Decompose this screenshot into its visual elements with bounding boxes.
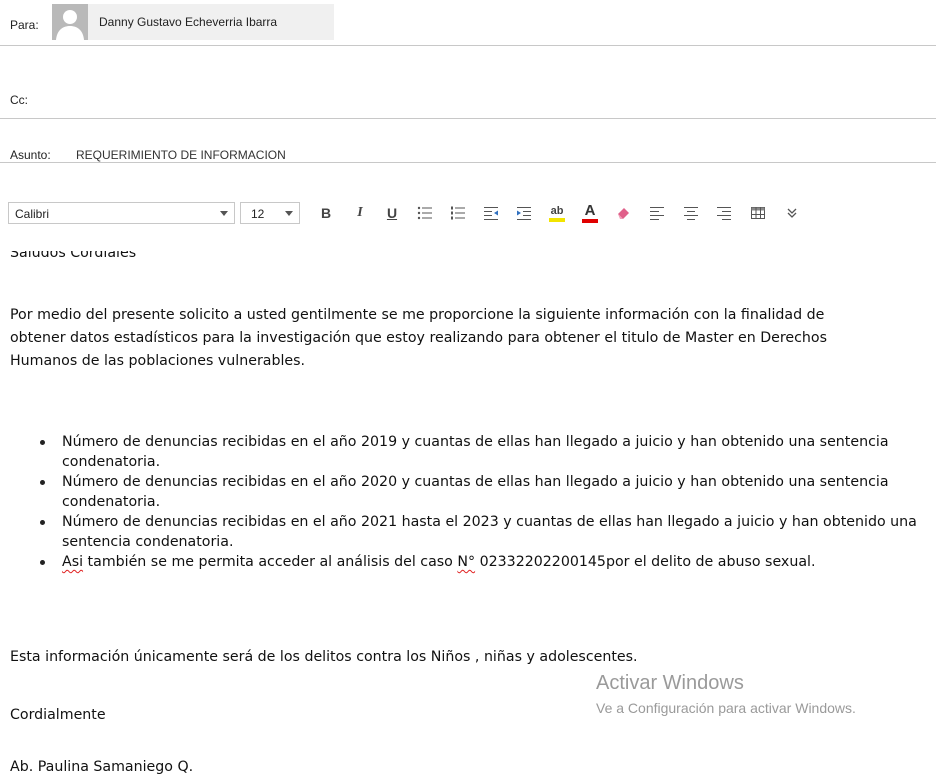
activate-windows-watermark: Activar Windows Ve a Configuración para …	[596, 672, 856, 716]
highlight-icon: ab	[550, 204, 564, 217]
font-family-select[interactable]: Calibri	[8, 202, 235, 224]
list-item: Número de denuncias recibidas en el año …	[38, 512, 918, 552]
align-right-icon	[717, 207, 731, 220]
list-item: Número de denuncias recibidas en el año …	[38, 432, 918, 472]
misspelled-word: N°	[457, 554, 476, 570]
font-color-bar	[582, 219, 598, 223]
signature-line: Ab. Paulina Samaniego Q.	[10, 759, 194, 775]
font-size-select[interactable]: 12	[240, 202, 300, 224]
font-family-value: Calibri	[15, 207, 50, 221]
align-center-icon	[684, 207, 698, 220]
person-icon	[56, 10, 84, 40]
misspelled-word: Asi	[62, 554, 84, 570]
subject-input[interactable]: REQUERIMIENTO DE INFORMACION	[76, 148, 286, 162]
chevron-down-icon	[220, 211, 228, 216]
underline-button[interactable]: U	[380, 201, 404, 225]
paragraph-2: Esta información únicamente será de los …	[10, 649, 638, 665]
recipient-chip[interactable]: Danny Gustavo Echeverria Ibarra	[52, 4, 334, 40]
font-size-value: 12	[251, 207, 265, 221]
cc-field-row[interactable]: Cc:	[0, 47, 936, 119]
outdent-icon	[484, 207, 498, 220]
bold-icon: B	[320, 205, 332, 221]
paragraph-1-line-3: Humanos de las poblaciones vulnerables.	[10, 353, 306, 369]
align-left-icon	[650, 207, 664, 220]
recipient-name: Danny Gustavo Echeverria Ibarra	[99, 15, 278, 29]
bullet-list-button[interactable]	[413, 201, 437, 225]
list-item: Número de denuncias recibidas en el año …	[38, 472, 918, 512]
to-label: Para:	[10, 18, 39, 32]
subject-label: Asunto:	[10, 148, 51, 162]
watermark-title: Activar Windows	[596, 672, 744, 694]
decrease-indent-button[interactable]	[479, 201, 503, 225]
subject-field-row[interactable]: Asunto: REQUERIMIENTO DE INFORMACION	[0, 119, 936, 163]
italic-button[interactable]: I	[348, 201, 372, 225]
avatar	[52, 4, 88, 40]
numbered-list-icon	[451, 206, 465, 220]
watermark-subtitle: Ve a Configuración para activar Windows.	[596, 700, 856, 716]
closing-line: Cordialmente	[10, 707, 106, 723]
increase-indent-button[interactable]	[512, 201, 536, 225]
align-right-button[interactable]	[712, 201, 736, 225]
highlight-color-bar	[549, 217, 565, 222]
bold-button[interactable]: B	[314, 201, 338, 225]
indent-icon	[517, 207, 531, 220]
paragraph-1-line-1: Por medio del presente solicito a usted …	[10, 307, 825, 323]
chevron-down-icon	[285, 211, 293, 216]
italic-icon: I	[357, 205, 363, 220]
insert-table-button[interactable]	[746, 201, 770, 225]
numbered-list-button[interactable]	[446, 201, 470, 225]
table-icon	[751, 207, 765, 219]
more-options-button[interactable]	[780, 201, 804, 225]
formatting-toolbar: Calibri 12 B I U ab A	[0, 197, 936, 229]
font-color-button[interactable]: A	[578, 201, 602, 225]
request-list: Número de denuncias recibidas en el año …	[38, 432, 918, 572]
to-field-row: Para: Danny Gustavo Echeverria Ibarra	[0, 0, 936, 46]
list-item: Asi también se me permita acceder al aná…	[38, 552, 918, 572]
clear-format-button[interactable]	[611, 201, 635, 225]
align-left-button[interactable]	[645, 201, 669, 225]
greeting-line: Saludos Cordiales	[10, 251, 137, 261]
bullet-list-icon	[417, 206, 432, 220]
font-color-icon: A	[584, 202, 596, 219]
highlight-button[interactable]: ab	[545, 201, 569, 225]
eraser-icon	[618, 208, 629, 219]
double-chevron-down-icon	[787, 208, 797, 218]
paragraph-1-line-2: obtener datos estadísticos para la inves…	[10, 330, 827, 346]
cc-label: Cc:	[10, 93, 28, 107]
align-center-button[interactable]	[679, 201, 703, 225]
underline-icon: U	[386, 205, 398, 221]
